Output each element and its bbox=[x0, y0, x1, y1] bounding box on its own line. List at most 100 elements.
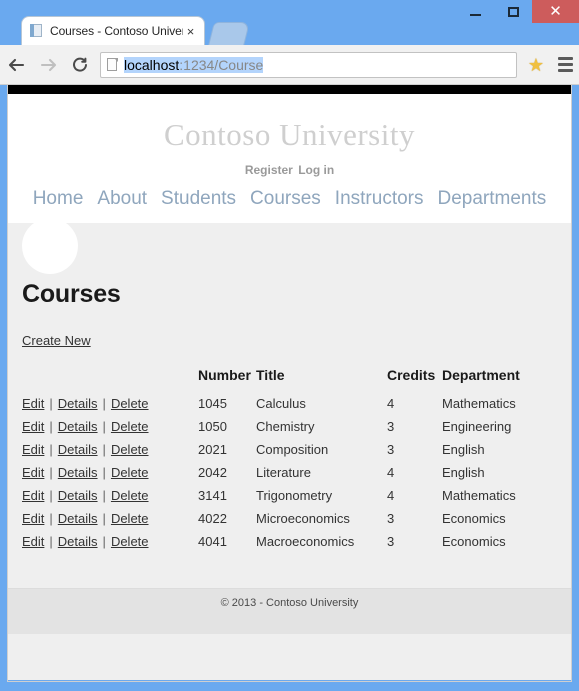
action-separator: | bbox=[102, 419, 106, 434]
edit-link[interactable]: Edit bbox=[22, 534, 44, 549]
cell-credits: 3 bbox=[387, 442, 395, 457]
address-bar-text: localhost:1234/Course bbox=[124, 56, 264, 73]
action-separator: | bbox=[49, 465, 53, 480]
page-content: Courses Create New Number Title Credits … bbox=[8, 223, 571, 634]
table-row: Edit | Details | Delete 2042 Literature 4 Englis… bbox=[22, 461, 557, 484]
cell-title: Composition bbox=[256, 442, 329, 457]
cell-credits: 3 bbox=[387, 534, 395, 549]
table-row: Edit | Details | Delete 3141 Trigonometry 4 Math… bbox=[22, 484, 557, 507]
reload-icon bbox=[73, 57, 87, 72]
cell-number: 4022 bbox=[198, 511, 227, 526]
cell-number: 3141 bbox=[198, 488, 227, 503]
cell-title: Literature bbox=[256, 465, 311, 480]
login-link[interactable]: Log in bbox=[298, 163, 334, 177]
maximize-icon bbox=[507, 6, 519, 17]
cell-credits: 4 bbox=[387, 465, 395, 480]
main-nav: Home About Students Courses Instructors Depar… bbox=[8, 188, 571, 210]
cell-title: Microeconomics bbox=[256, 511, 350, 526]
action-separator: | bbox=[102, 465, 106, 480]
address-path: :1234/Course bbox=[179, 56, 264, 73]
new-tab-button[interactable] bbox=[209, 23, 249, 45]
delete-link[interactable]: Delete bbox=[111, 488, 149, 503]
reload-button[interactable] bbox=[64, 45, 96, 85]
delete-link[interactable]: Delete bbox=[111, 419, 149, 434]
nav-item-home[interactable]: Home bbox=[33, 188, 84, 209]
delete-link[interactable]: Delete bbox=[111, 396, 149, 411]
tab-close-icon[interactable]: × bbox=[183, 24, 198, 39]
edit-link[interactable]: Edit bbox=[22, 465, 44, 480]
delete-link[interactable]: Delete bbox=[111, 442, 149, 457]
row-actions: Edit | Details | Delete bbox=[22, 461, 198, 484]
edit-link[interactable]: Edit bbox=[22, 442, 44, 457]
site-footer: © 2013 - Contoso University bbox=[8, 588, 571, 634]
cell-title: Trigonometry bbox=[256, 488, 333, 503]
action-separator: | bbox=[102, 396, 106, 411]
edit-link[interactable]: Edit bbox=[22, 396, 44, 411]
back-arrow-icon bbox=[8, 58, 24, 71]
browser-toolbar: localhost:1234/Course ★ bbox=[0, 45, 579, 85]
cell-department: Mathematics bbox=[442, 396, 516, 411]
page-info-icon bbox=[106, 57, 119, 73]
cell-title: Chemistry bbox=[256, 419, 315, 434]
tab-title: Courses - Contoso Univer bbox=[50, 24, 183, 38]
action-separator: | bbox=[49, 534, 53, 549]
cell-credits: 4 bbox=[387, 488, 395, 503]
page-icon bbox=[30, 23, 44, 39]
cell-credits: 3 bbox=[387, 511, 395, 526]
cell-department: Economics bbox=[442, 534, 506, 549]
cell-title: Calculus bbox=[256, 396, 306, 411]
row-actions: Edit | Details | Delete bbox=[22, 392, 198, 415]
action-separator: | bbox=[102, 442, 106, 457]
address-bar[interactable]: localhost:1234/Course bbox=[100, 51, 517, 78]
nav-item-about[interactable]: About bbox=[97, 188, 147, 209]
cell-department: English bbox=[442, 465, 485, 480]
row-actions: Edit | Details | Delete bbox=[22, 484, 198, 507]
tab-courses[interactable]: Courses - Contoso Univer × bbox=[22, 17, 204, 45]
delete-link[interactable]: Delete bbox=[111, 511, 149, 526]
cell-credits: 3 bbox=[387, 419, 395, 434]
details-link[interactable]: Details bbox=[58, 465, 98, 480]
delete-link[interactable]: Delete bbox=[111, 465, 149, 480]
action-separator: | bbox=[49, 442, 53, 457]
nav-item-courses[interactable]: Courses bbox=[250, 188, 321, 209]
cell-number: 2042 bbox=[198, 465, 227, 480]
column-header-credits: Credits bbox=[387, 367, 436, 383]
forward-arrow-icon bbox=[40, 58, 56, 71]
register-link[interactable]: Register bbox=[245, 163, 293, 177]
details-link[interactable]: Details bbox=[58, 511, 98, 526]
decorative-circle bbox=[22, 218, 78, 274]
courses-table-body: Edit | Details | Delete 1045 Calculus 4 Mathemat… bbox=[22, 392, 557, 553]
nav-item-instructors[interactable]: Instructors bbox=[335, 188, 424, 209]
hamburger-icon bbox=[557, 57, 573, 60]
details-link[interactable]: Details bbox=[58, 396, 98, 411]
details-link[interactable]: Details bbox=[58, 534, 98, 549]
column-header-actions bbox=[22, 367, 198, 392]
cell-credits: 4 bbox=[387, 396, 395, 411]
cell-department: Engineering bbox=[442, 419, 512, 434]
edit-link[interactable]: Edit bbox=[22, 488, 44, 503]
table-row: Edit | Details | Delete 4041 Macroeconomics 3 Ec… bbox=[22, 530, 557, 553]
star-icon: ★ bbox=[527, 54, 545, 75]
browser-window: ✕ Courses - Contoso Univer × localhost:1… bbox=[0, 0, 579, 691]
address-host: localhost bbox=[124, 56, 180, 73]
back-button[interactable] bbox=[0, 45, 32, 85]
cell-number: 1050 bbox=[198, 419, 227, 434]
action-separator: | bbox=[102, 488, 106, 503]
site-brand[interactable]: Contoso University bbox=[8, 94, 571, 150]
browser-menu-button[interactable] bbox=[551, 45, 579, 85]
bookmark-button[interactable]: ★ bbox=[521, 45, 551, 85]
table-row: Edit | Details | Delete 1050 Chemistry 3 Enginee… bbox=[22, 415, 557, 438]
minimize-icon bbox=[469, 13, 481, 16]
nav-item-students[interactable]: Students bbox=[161, 188, 236, 209]
create-new-link[interactable]: Create New bbox=[22, 333, 91, 348]
row-actions: Edit | Details | Delete bbox=[22, 438, 198, 461]
edit-link[interactable]: Edit bbox=[22, 419, 44, 434]
nav-item-departments[interactable]: Departments bbox=[438, 188, 547, 209]
delete-link[interactable]: Delete bbox=[111, 534, 149, 549]
details-link[interactable]: Details bbox=[58, 419, 98, 434]
edit-link[interactable]: Edit bbox=[22, 511, 44, 526]
details-link[interactable]: Details bbox=[58, 442, 98, 457]
courses-table: Number Title Credits Department Edit | Det… bbox=[22, 367, 557, 553]
forward-button[interactable] bbox=[32, 45, 64, 85]
details-link[interactable]: Details bbox=[58, 488, 98, 503]
